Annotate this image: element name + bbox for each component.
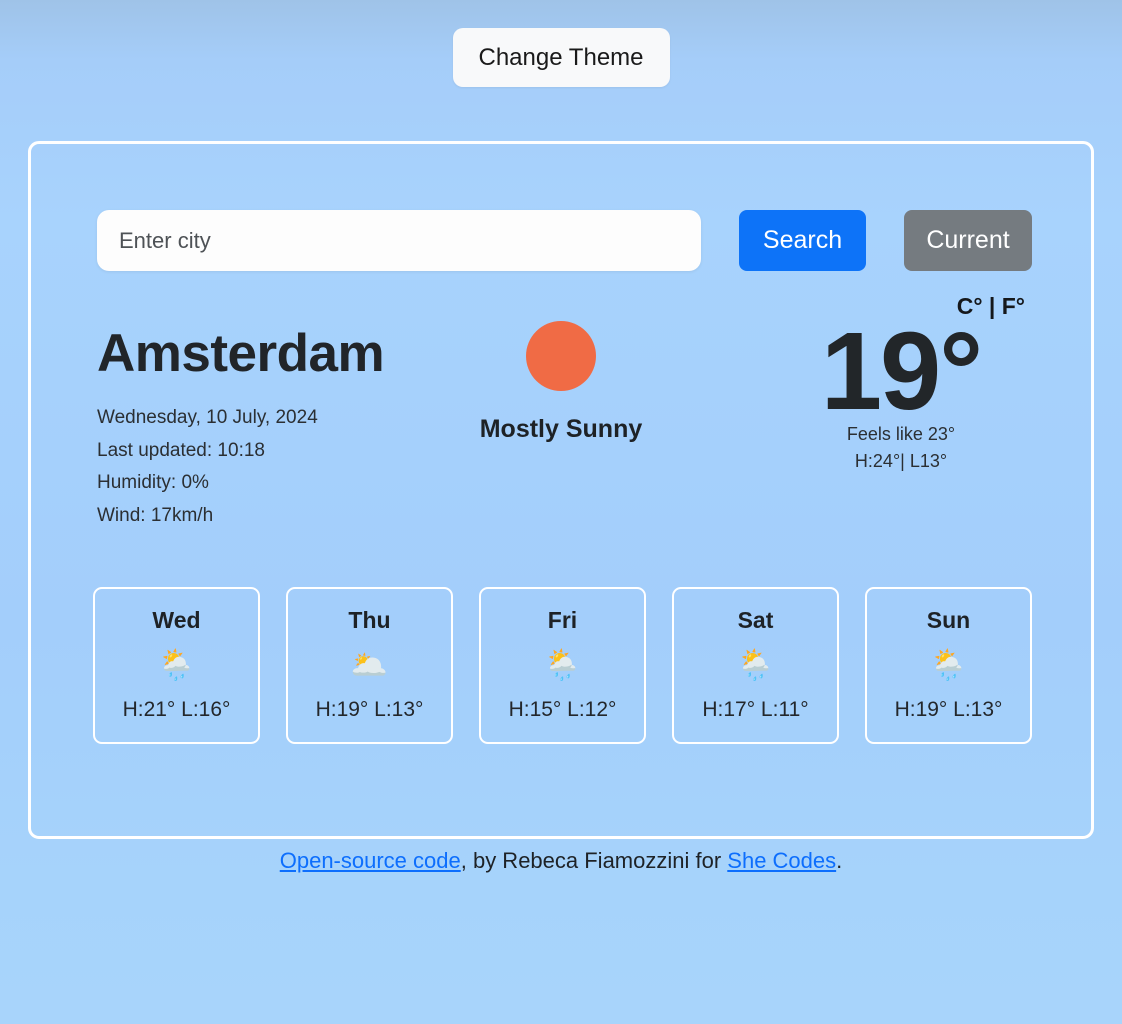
forecast-row: Wed 🌦️ H:21° L:16° Thu 🌥️ H:19° L:13° Fr… [31, 587, 1091, 744]
forecast-temps: H:17° L:11° [702, 698, 809, 721]
theme-bar: Change Theme [0, 0, 1122, 113]
weather-app-card: Search Current Amsterdam Wednesday, 10 J… [28, 141, 1094, 839]
search-button[interactable]: Search [739, 210, 866, 271]
current-location-button[interactable]: Current [904, 210, 1032, 271]
high-low-temperature: H:24°| L13° [854, 450, 948, 471]
search-row: Search Current [31, 144, 1091, 271]
change-theme-button[interactable]: Change Theme [452, 28, 670, 87]
forecast-card-sat[interactable]: Sat 🌦️ H:17° L:11° [672, 587, 839, 744]
wind: Wind: 17km/h [97, 505, 214, 527]
forecast-card-sun[interactable]: Sun 🌦️ H:19° L:13° [865, 587, 1032, 744]
open-source-code-link[interactable]: Open-source code [280, 848, 461, 873]
footer: Open-source code, by Rebeca Fiamozzini f… [0, 848, 1122, 874]
humidity: Humidity: 0% [97, 472, 209, 494]
forecast-temps: H:21° L:16° [122, 698, 231, 721]
city-search-input[interactable] [97, 210, 701, 271]
sun-behind-rain-cloud-icon: 🌦️ [736, 648, 775, 682]
forecast-temps: H:19° L:13° [894, 698, 1003, 721]
sun-behind-large-cloud-icon: 🌥️ [350, 648, 389, 682]
current-weather-section: Amsterdam Wednesday, 10 July, 2024 Last … [31, 271, 1091, 531]
forecast-day: Wed [152, 607, 201, 633]
forecast-temps: H:19° L:13° [315, 698, 424, 721]
current-temperature: 19° [820, 310, 983, 433]
sun-behind-rain-cloud-icon: 🌦️ [929, 648, 968, 682]
forecast-temps: H:15° L:12° [508, 698, 617, 721]
sun-behind-rain-cloud-icon: 🌦️ [157, 648, 196, 682]
temperature-block: C° | F° 19° Feels like 23° H:24°| L13° [771, 293, 1031, 472]
forecast-day: Sun [926, 607, 971, 633]
footer-middle-text: , by Rebeca Fiamozzini for [460, 848, 728, 873]
she-codes-link[interactable]: She Codes [727, 848, 836, 873]
forecast-card-thu[interactable]: Thu 🌥️ H:19° L:13° [286, 587, 453, 744]
forecast-card-wed[interactable]: Wed 🌦️ H:21° L:16° [93, 587, 260, 744]
footer-end-text: . [836, 848, 843, 873]
forecast-day: Fri [547, 607, 578, 633]
sun-behind-rain-cloud-icon: 🌦️ [543, 648, 582, 682]
forecast-day: Sat [737, 607, 774, 633]
forecast-card-fri[interactable]: Fri 🌦️ H:15° L:12° [479, 587, 646, 744]
forecast-day: Thu [348, 607, 391, 633]
feels-like: Feels like 23° [846, 423, 956, 444]
